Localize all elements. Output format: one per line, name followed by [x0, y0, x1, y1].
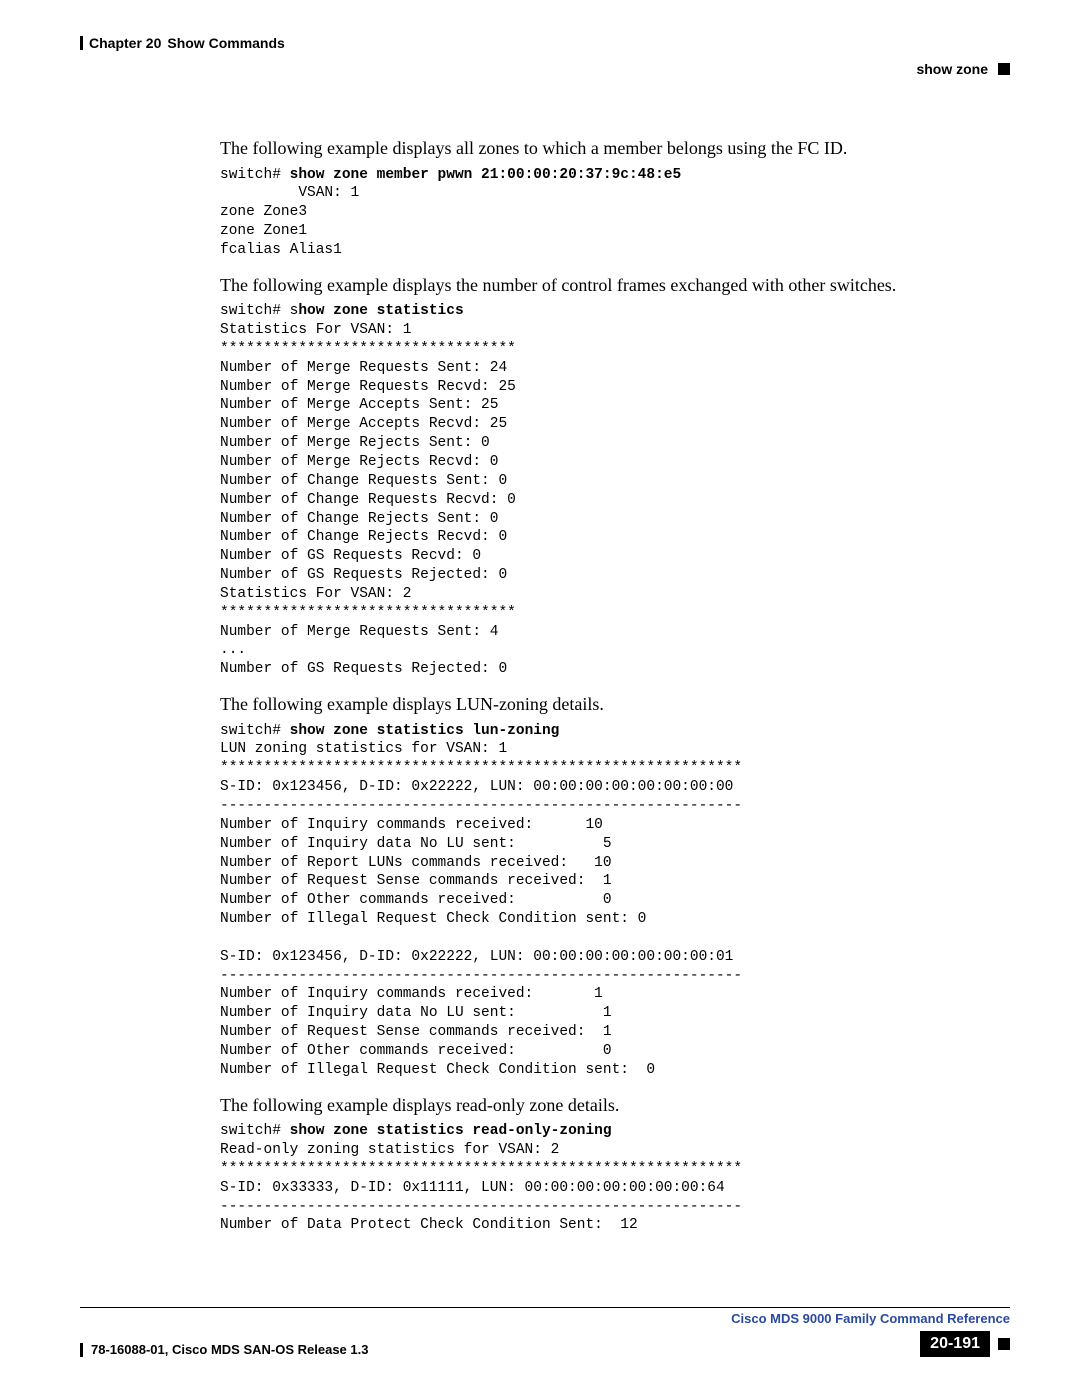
footer-top: Cisco MDS 9000 Family Command Reference — [80, 1307, 1010, 1326]
footer-bottom: 78-16088-01, Cisco MDS SAN-OS Release 1.… — [80, 1331, 1010, 1357]
prompt: switch# — [220, 1123, 281, 1139]
chapter-label: Chapter 20 — [89, 35, 161, 51]
command: show zone statistics read-only-zoning — [290, 1123, 612, 1139]
example-3-output: switch# show zone statistics lun-zoning … — [220, 722, 1000, 1080]
line: Number of Merge Requests Recvd: 25 — [220, 379, 516, 395]
line: Number of Merge Requests Sent: 24 — [220, 360, 507, 376]
line: Number of GS Requests Rejected: 0 — [220, 661, 507, 677]
example-4-output: switch# show zone statistics read-only-z… — [220, 1122, 1000, 1235]
line: Statistics For VSAN: 1 — [220, 322, 411, 338]
line: ----------------------------------------… — [220, 798, 742, 814]
line: Number of Inquiry data No LU sent: 1 — [220, 1005, 612, 1021]
header-left: Chapter 20 Show Commands — [80, 35, 1010, 51]
footer-right: 20-191 — [920, 1331, 1010, 1357]
line: Number of Data Protect Check Condition S… — [220, 1217, 638, 1233]
line: Number of Change Rejects Sent: 0 — [220, 511, 498, 527]
line: Number of Merge Accepts Sent: 25 — [220, 397, 498, 413]
line: Number of Merge Rejects Sent: 0 — [220, 435, 490, 451]
page-number: 20-191 — [920, 1331, 990, 1357]
prompt: switch# — [220, 723, 281, 739]
line: LUN zoning statistics for VSAN: 1 — [220, 741, 507, 757]
line: ********************************** — [220, 605, 516, 621]
line: Statistics For VSAN: 2 — [220, 586, 411, 602]
line: Number of Request Sense commands receive… — [220, 873, 612, 889]
line: ********************************** — [220, 341, 516, 357]
line: S-ID: 0x123456, D-ID: 0x22222, LUN: 00:0… — [220, 779, 733, 795]
command: show zone statistics lun-zoning — [290, 723, 560, 739]
line: Number of GS Requests Recvd: 0 — [220, 548, 481, 564]
line: Number of Other commands received: 0 — [220, 1043, 612, 1059]
line: Number of Merge Rejects Recvd: 0 — [220, 454, 498, 470]
page: Chapter 20 Show Commands show zone The f… — [0, 0, 1080, 1397]
header-square-icon — [998, 63, 1010, 75]
line: ----------------------------------------… — [220, 968, 742, 984]
line: ----------------------------------------… — [220, 1199, 742, 1215]
footer: Cisco MDS 9000 Family Command Reference … — [80, 1307, 1010, 1357]
command: how zone statistics — [298, 303, 463, 319]
line: S-ID: 0x123456, D-ID: 0x22222, LUN: 00:0… — [220, 949, 733, 965]
footer-bar-icon — [80, 1343, 83, 1357]
footer-square-icon — [998, 1338, 1010, 1350]
footer-doc-title: Cisco MDS 9000 Family Command Reference — [731, 1311, 1010, 1326]
line: Number of Illegal Request Check Conditio… — [220, 911, 646, 927]
line: ****************************************… — [220, 1161, 742, 1177]
line: S-ID: 0x33333, D-ID: 0x11111, LUN: 00:00… — [220, 1180, 725, 1196]
line: Number of Illegal Request Check Conditio… — [220, 1062, 655, 1078]
prompt: switch# — [220, 167, 281, 183]
line: Number of Other commands received: 0 — [220, 892, 612, 908]
line: ... — [220, 642, 246, 658]
chapter-title: Show Commands — [167, 35, 284, 51]
line: Number of Change Requests Sent: 0 — [220, 473, 507, 489]
example-2-intro: The following example displays the numbe… — [220, 274, 1000, 297]
line: Number of GS Requests Rejected: 0 — [220, 567, 507, 583]
line: zone Zone1 — [220, 223, 307, 239]
example-4-intro: The following example displays read-only… — [220, 1094, 1000, 1117]
example-2-output: switch# show zone statistics Statistics … — [220, 302, 1000, 679]
line: zone Zone3 — [220, 204, 307, 220]
line: VSAN: 1 — [220, 185, 359, 201]
header-right: show zone — [80, 61, 1010, 77]
prompt: switch# s — [220, 303, 298, 319]
line: Number of Merge Accepts Recvd: 25 — [220, 416, 507, 432]
line: Number of Change Rejects Recvd: 0 — [220, 529, 507, 545]
command: show zone member pwwn 21:00:00:20:37:9c:… — [290, 167, 682, 183]
line: Number of Request Sense commands receive… — [220, 1024, 612, 1040]
line: Number of Inquiry commands received: 1 — [220, 986, 603, 1002]
content: The following example displays all zones… — [220, 137, 1000, 1235]
footer-left: 78-16088-01, Cisco MDS SAN-OS Release 1.… — [80, 1342, 368, 1357]
line: Read-only zoning statistics for VSAN: 2 — [220, 1142, 559, 1158]
line: Number of Merge Requests Sent: 4 — [220, 624, 498, 640]
line: fcalias Alias1 — [220, 242, 342, 258]
footer-doc-id: 78-16088-01, Cisco MDS SAN-OS Release 1.… — [91, 1342, 368, 1357]
example-1-intro: The following example displays all zones… — [220, 137, 1000, 160]
line: ****************************************… — [220, 760, 742, 776]
example-1-output: switch# show zone member pwwn 21:00:00:2… — [220, 166, 1000, 260]
line: Number of Inquiry data No LU sent: 5 — [220, 836, 612, 852]
header-bar-icon — [80, 36, 83, 50]
line: Number of Inquiry commands received: 10 — [220, 817, 603, 833]
line: Number of Report LUNs commands received:… — [220, 855, 612, 871]
section-title: show zone — [916, 61, 988, 77]
example-3-intro: The following example displays LUN-zonin… — [220, 693, 1000, 716]
line: Number of Change Requests Recvd: 0 — [220, 492, 516, 508]
